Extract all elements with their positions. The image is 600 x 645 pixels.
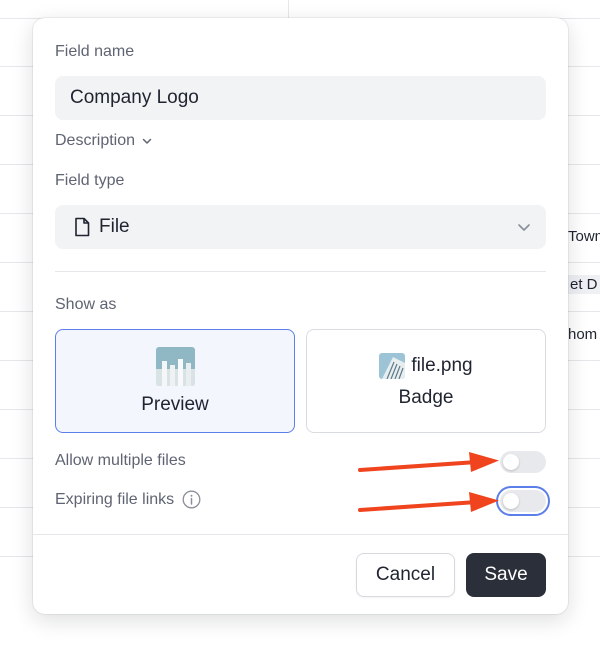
field-type-value: File bbox=[99, 216, 130, 237]
preview-option-label: Preview bbox=[141, 393, 209, 415]
footer-divider bbox=[33, 534, 568, 535]
chevron-down-icon bbox=[518, 224, 530, 231]
show-as-badge-option[interactable]: file.png Badge bbox=[306, 329, 546, 433]
annotation-arrow-icon bbox=[358, 492, 499, 512]
table-cell: hom bbox=[568, 326, 598, 343]
info-icon[interactable] bbox=[182, 490, 201, 509]
field-name-label: Field name bbox=[55, 43, 135, 60]
description-toggle[interactable]: Description bbox=[55, 132, 153, 150]
table-cell: Town bbox=[568, 228, 600, 245]
annotation-arrow-icon bbox=[358, 452, 499, 472]
chevron-down-icon bbox=[142, 138, 152, 144]
field-type-label: Field type bbox=[55, 172, 125, 189]
badge-option-label: Badge bbox=[398, 387, 454, 408]
description-label: Description bbox=[55, 132, 136, 149]
column-divider bbox=[288, 0, 289, 18]
save-button[interactable]: Save bbox=[466, 553, 546, 597]
field-name-input[interactable]: Company Logo bbox=[55, 76, 546, 120]
expiring-file-links-label: Expiring file links bbox=[55, 490, 201, 509]
cancel-button[interactable]: Cancel bbox=[356, 553, 455, 597]
show-as-label: Show as bbox=[55, 296, 117, 313]
allow-multiple-files-text: Allow multiple files bbox=[55, 452, 186, 469]
section-divider bbox=[55, 271, 546, 272]
file-icon bbox=[75, 217, 90, 237]
table-cell-tag: et D bbox=[564, 275, 600, 294]
expiring-file-links-text: Expiring file links bbox=[55, 490, 175, 508]
image-thumbnail-icon bbox=[379, 353, 406, 379]
show-as-preview-option[interactable]: Preview bbox=[55, 329, 295, 433]
badge-filename: file.png bbox=[411, 355, 473, 376]
badge-sample: file.png bbox=[379, 353, 473, 379]
image-thumbnail-icon bbox=[155, 346, 195, 386]
field-type-select[interactable]: File bbox=[55, 205, 546, 249]
allow-multiple-files-label: Allow multiple files bbox=[55, 452, 186, 470]
field-settings-modal: Field name Company Logo Description Fiel… bbox=[33, 18, 568, 614]
